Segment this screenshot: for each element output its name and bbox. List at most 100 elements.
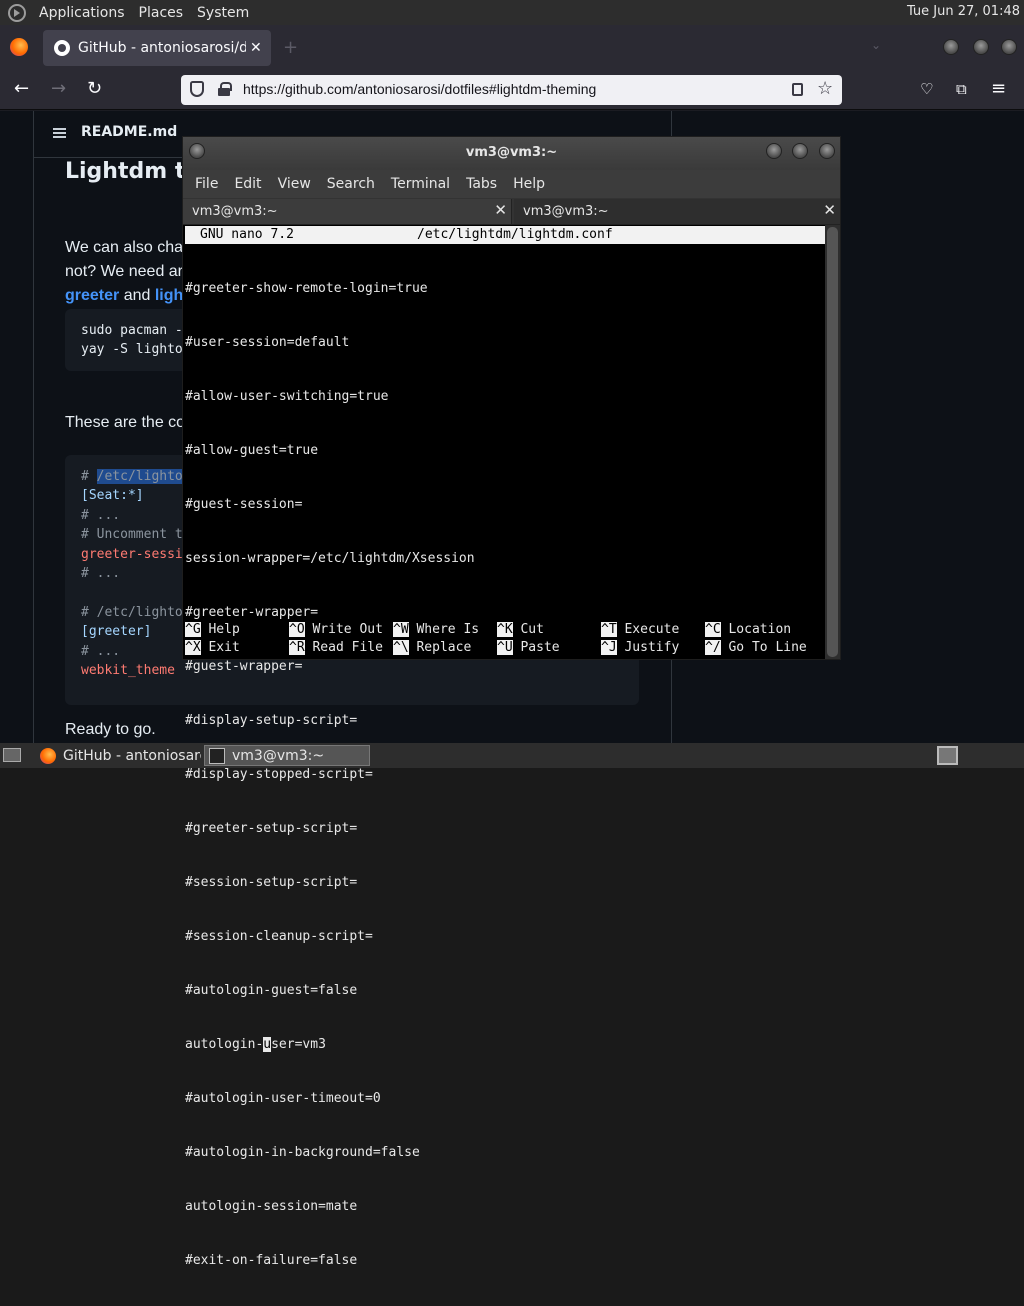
shortcut-row: ^X Exit ^R Read File ^\ Replace ^U Paste…	[185, 639, 825, 657]
config-line: #greeter-wrapper=	[185, 605, 319, 620]
config-line: #autologin-in-background=false	[185, 1145, 420, 1160]
shortcut-where-is[interactable]: ^W Where Is	[393, 621, 479, 639]
close-icon[interactable]: ✕	[823, 201, 836, 219]
distro-logo-icon[interactable]	[8, 3, 26, 22]
terminal-titlebar[interactable]: vm3@vm3:~	[183, 137, 840, 170]
terminal-tab-label: vm3@vm3:~	[523, 204, 609, 219]
terminal-scrollbar[interactable]	[825, 225, 840, 659]
nano-editor[interactable]: GNU nano 7.2/etc/lightdm/lightdm.conf #g…	[183, 225, 825, 1268]
config-line: #guest-session=	[185, 497, 303, 512]
hamburger-menu-icon[interactable]: ≡	[991, 78, 1006, 99]
menu-system[interactable]: System	[190, 5, 256, 21]
shortcut-write-out[interactable]: ^O Write Out	[289, 621, 383, 639]
forward-arrow-icon[interactable]: →	[51, 78, 66, 99]
shortcut-row: ^G Help ^O Write Out ^W Where Is ^K Cut …	[185, 621, 825, 639]
taskbar-item-firefox[interactable]: GitHub - antoniosarosi/dotfiles	[36, 745, 201, 766]
firefox-icon[interactable]	[10, 38, 28, 56]
config-line: #exit-on-failure=false	[185, 1253, 358, 1268]
minimize-button[interactable]	[766, 143, 782, 159]
greeter-link[interactable]: greeter	[65, 287, 119, 304]
terminal-tab-label: vm3@vm3:~	[192, 204, 278, 219]
nano-buffer[interactable]: #greeter-show-remote-login=true #user-se…	[185, 244, 475, 1306]
shortcut-help[interactable]: ^G Help	[185, 621, 240, 639]
terminal-tabs: vm3@vm3:~ ✕ vm3@vm3:~ ✕	[183, 198, 840, 225]
pocket-icon[interactable]: ♡	[920, 80, 933, 98]
menu-help[interactable]: Help	[505, 176, 553, 192]
paragraph-text: and	[119, 287, 155, 304]
config-line: #session-cleanup-script=	[185, 929, 373, 944]
menu-edit[interactable]: Edit	[226, 176, 269, 192]
maximize-button[interactable]	[792, 143, 808, 159]
menu-file[interactable]: File	[187, 176, 226, 192]
terminal-tab[interactable]: vm3@vm3:~ ✕	[183, 199, 512, 224]
extensions-icon[interactable]: ⧉	[956, 80, 967, 98]
scrollbar-thumb[interactable]	[827, 227, 838, 657]
terminal-title: vm3@vm3:~	[465, 145, 558, 160]
chevron-down-icon[interactable]: ⌄	[871, 38, 881, 52]
shield-icon[interactable]	[190, 81, 204, 97]
menu-applications[interactable]: Applications	[32, 5, 132, 21]
workspace-switcher[interactable]	[937, 746, 958, 765]
menu-terminal[interactable]: Terminal	[383, 176, 458, 192]
terminal-menubar: File Edit View Search Terminal Tabs Help	[183, 170, 840, 198]
config-line: session-wrapper=/etc/lightdm/Xsession	[185, 551, 475, 566]
url-text[interactable]: https://github.com/antoniosarosi/dotfile…	[243, 81, 596, 97]
github-icon	[54, 40, 70, 56]
shortcut-exit[interactable]: ^X Exit	[185, 639, 240, 657]
shortcut-justify[interactable]: ^J Justify	[601, 639, 679, 657]
reader-view-icon[interactable]	[792, 83, 803, 96]
menu-tabs[interactable]: Tabs	[458, 176, 505, 192]
nano-header: GNU nano 7.2/etc/lightdm/lightdm.conf	[185, 226, 825, 244]
config-line: #display-stopped-script=	[185, 767, 373, 782]
config-line: #display-setup-script=	[185, 713, 358, 728]
shortcut-paste[interactable]: ^U Paste	[497, 639, 560, 657]
config-line: #allow-user-switching=true	[185, 389, 389, 404]
paragraph-line: We can also cha	[65, 239, 183, 256]
readme-filename: README.md	[81, 124, 178, 140]
config-line: #autologin-user-timeout=0	[185, 1091, 381, 1106]
menu-search[interactable]: Search	[319, 176, 383, 192]
back-arrow-icon[interactable]: ←	[14, 78, 29, 99]
reload-icon[interactable]: ↻	[87, 78, 102, 99]
tab-close-icon[interactable]: ✕	[250, 40, 262, 56]
close-button[interactable]	[1001, 39, 1017, 55]
taskbar-item-label: vm3@vm3:~	[232, 747, 325, 764]
config-line: #greeter-setup-script=	[185, 821, 358, 836]
nano-filename: /etc/lightdm/lightdm.conf	[417, 227, 613, 242]
close-button[interactable]	[819, 143, 835, 159]
bottom-taskbar: GitHub - antoniosarosi/dotfiles vm3@vm3:…	[0, 743, 1024, 768]
url-bar[interactable]: https://github.com/antoniosarosi/dotfile…	[181, 75, 842, 105]
config-line: #allow-guest=true	[185, 443, 319, 458]
tab-bar: GitHub - antoniosarosi/dotfiles ✕ + ⌄	[0, 25, 1024, 70]
menu-places[interactable]: Places	[132, 5, 191, 21]
maximize-button[interactable]	[973, 39, 989, 55]
lightdm-link[interactable]: ligh	[155, 287, 183, 304]
paragraph-line: Ready to go.	[65, 721, 156, 738]
close-icon[interactable]: ✕	[494, 201, 507, 219]
lock-icon[interactable]	[218, 82, 232, 96]
shortcut-execute[interactable]: ^T Execute	[601, 621, 679, 639]
shortcut-location[interactable]: ^C Location	[705, 621, 791, 639]
shortcut-go-to-line[interactable]: ^/ Go To Line	[705, 639, 807, 657]
minimize-button[interactable]	[943, 39, 959, 55]
list-icon[interactable]	[53, 128, 66, 138]
shortcut-cut[interactable]: ^K Cut	[497, 621, 544, 639]
new-tab-icon[interactable]: +	[283, 37, 298, 58]
browser-tab[interactable]: GitHub - antoniosarosi/dotfiles ✕	[43, 30, 271, 66]
shortcut-replace[interactable]: ^\ Replace	[393, 639, 471, 657]
menu-view[interactable]: View	[270, 176, 319, 192]
config-line: autologin-user=vm3	[185, 1037, 326, 1052]
paragraph-line: greeter and ligh	[65, 287, 183, 305]
shortcut-read-file[interactable]: ^R Read File	[289, 639, 383, 657]
paragraph-line: These are the co	[65, 414, 186, 431]
terminal-tab[interactable]: vm3@vm3:~ ✕	[514, 199, 840, 224]
taskbar-item-label: GitHub - antoniosarosi/dotfiles	[63, 747, 201, 764]
show-desktop-button[interactable]	[3, 748, 21, 762]
taskbar-item-terminal[interactable]: vm3@vm3:~	[204, 745, 370, 766]
bookmark-star-icon[interactable]: ☆	[817, 78, 833, 99]
config-line: #autologin-guest=false	[185, 983, 358, 998]
clock[interactable]: Tue Jun 27, 01:48	[907, 4, 1020, 19]
section-heading: Lightdm th	[65, 159, 201, 184]
firefox-icon	[40, 747, 56, 764]
paragraph-line: not? We need ar	[65, 263, 184, 280]
